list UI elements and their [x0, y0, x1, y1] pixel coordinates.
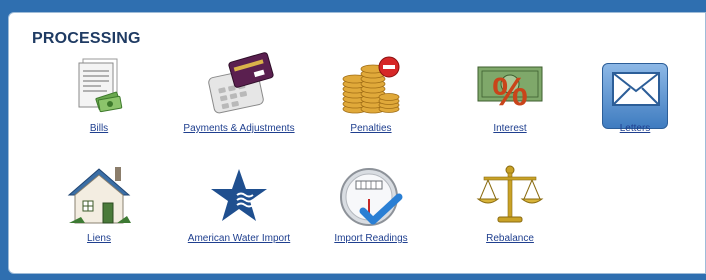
meter-gauge-icon	[340, 168, 403, 226]
svg-text:%: %	[492, 70, 528, 114]
envelope-icon	[612, 72, 660, 106]
tile-label-payments[interactable]: Payments & Adjustments	[169, 123, 309, 134]
payments-adjustments-tile[interactable]: Payments & Adjustments	[169, 51, 309, 134]
letters-tile[interactable]: Letters	[565, 51, 705, 134]
tile-label-interest[interactable]: Interest	[440, 123, 580, 134]
coins-minus-icon	[342, 56, 400, 114]
scales-icon	[476, 165, 544, 223]
section-title: PROCESSING	[32, 30, 141, 47]
credit-card-terminal-icon	[208, 52, 274, 114]
house-icon	[67, 167, 131, 224]
rebalance-tile[interactable]: Rebalance	[440, 161, 580, 244]
tile-label-rebalance[interactable]: Rebalance	[440, 233, 580, 244]
tile-label-bills[interactable]: Bills	[29, 123, 169, 134]
interest-tile[interactable]: % Interest	[440, 51, 580, 134]
money-percent-icon: %	[477, 66, 543, 114]
liens-tile[interactable]: Liens	[29, 161, 169, 244]
tile-label-penalties[interactable]: Penalties	[301, 123, 441, 134]
import-readings-tile[interactable]: Import Readings	[301, 161, 441, 244]
tile-label-letters[interactable]: Letters	[565, 123, 705, 134]
processing-panel: PROCESSING Bills Payments & Adjustments …	[8, 12, 706, 274]
bills-document-icon	[78, 58, 123, 113]
water-star-icon	[211, 169, 267, 221]
penalties-tile[interactable]: Penalties	[301, 51, 441, 134]
tile-label-liens[interactable]: Liens	[29, 233, 169, 244]
bills-tile[interactable]: Bills	[29, 51, 169, 134]
tile-label-import-readings[interactable]: Import Readings	[301, 233, 441, 244]
american-water-import-tile[interactable]: American Water Import	[169, 161, 309, 244]
tile-label-american-water[interactable]: American Water Import	[169, 233, 309, 244]
